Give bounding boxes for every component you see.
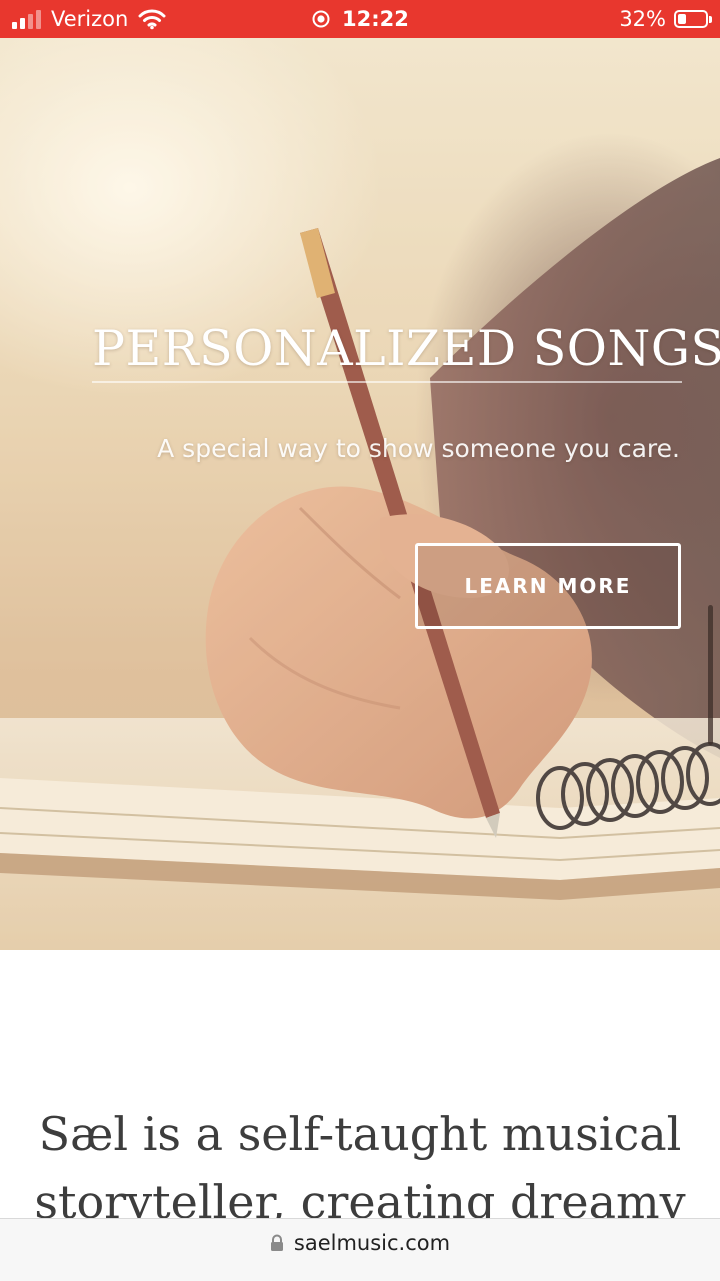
hero-section: PERSONALIZED SONGS A special way to show… [0, 38, 720, 950]
wifi-icon [138, 9, 166, 30]
carrier-name: Verizon [51, 7, 129, 31]
scroll-indicator[interactable] [708, 605, 713, 745]
status-center: 12:22 [312, 0, 409, 38]
url-text: saelmusic.com [293, 1231, 451, 1255]
hero-divider [92, 381, 682, 383]
hand-writing-in-notebook-photo [0, 38, 720, 950]
hero-subtitle: A special way to show someone you care. [157, 434, 680, 463]
status-bar: Verizon 12:22 32% [0, 0, 720, 38]
browser-url-bar[interactable]: saelmusic.com [0, 1218, 720, 1281]
status-right: 32% [619, 0, 712, 38]
intro-text: Sæl is a self-taught musical storyteller… [34, 1107, 686, 1229]
hero-title: PERSONALIZED SONGS [92, 320, 720, 377]
screen-record-icon [312, 10, 330, 28]
url-display[interactable]: saelmusic.com [270, 1231, 450, 1255]
clock-time: 12:22 [342, 7, 409, 31]
learn-more-button[interactable]: LEARN MORE [415, 543, 681, 629]
battery-level-fill [678, 14, 686, 24]
battery-percent: 32% [619, 7, 666, 31]
battery-icon [674, 10, 712, 28]
signal-bars-icon [12, 9, 41, 29]
lock-icon [270, 1234, 283, 1251]
status-left: Verizon [12, 0, 166, 38]
